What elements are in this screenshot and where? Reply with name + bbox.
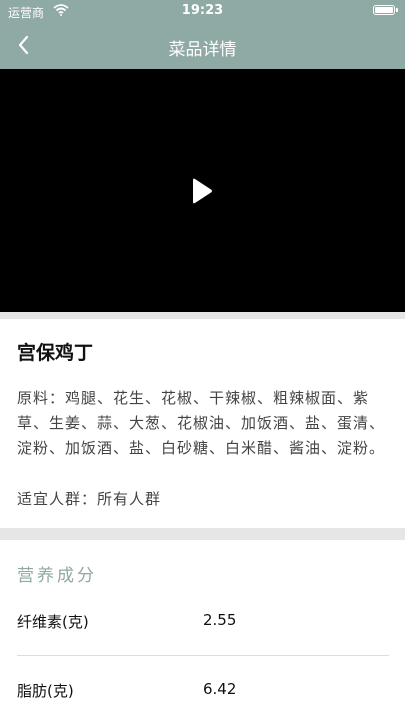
dish-name: 宫保鸡丁 (17, 342, 94, 364)
section-divider (0, 312, 405, 319)
battery-tip (396, 8, 398, 12)
battery-icon (373, 5, 395, 15)
nutrition-row: 纤维素(克) 2.55 (17, 605, 389, 639)
status-bar: 运营商 19:23 (0, 0, 405, 22)
nutrition-name: 纤维素(克) (17, 613, 89, 631)
video-player[interactable] (0, 69, 405, 312)
status-time: 19:23 (181, 3, 224, 18)
nutrition-value: 6.42 (203, 680, 237, 698)
suitable-people-text: 适宜人群：所有人群 (17, 490, 162, 508)
section-divider (0, 528, 405, 540)
navigation-bar: 菜品详情 (0, 22, 405, 69)
ingredients-text: 原料：鸡腿、花生、花椒、干辣椒、粗辣椒面、紫草、生姜、蒜、大葱、花椒油、加饭酒、… (17, 389, 386, 457)
page-title: 菜品详情 (168, 40, 237, 60)
nutrition-value: 2.55 (203, 611, 237, 629)
play-icon (189, 178, 215, 209)
play-button[interactable] (189, 177, 215, 205)
nutrition-title: 营养成分 (17, 566, 97, 586)
nutrition-name: 脂肪(克) (17, 682, 74, 700)
row-divider (17, 655, 389, 656)
nutrition-row: 脂肪(克) 6.42 (17, 674, 389, 708)
